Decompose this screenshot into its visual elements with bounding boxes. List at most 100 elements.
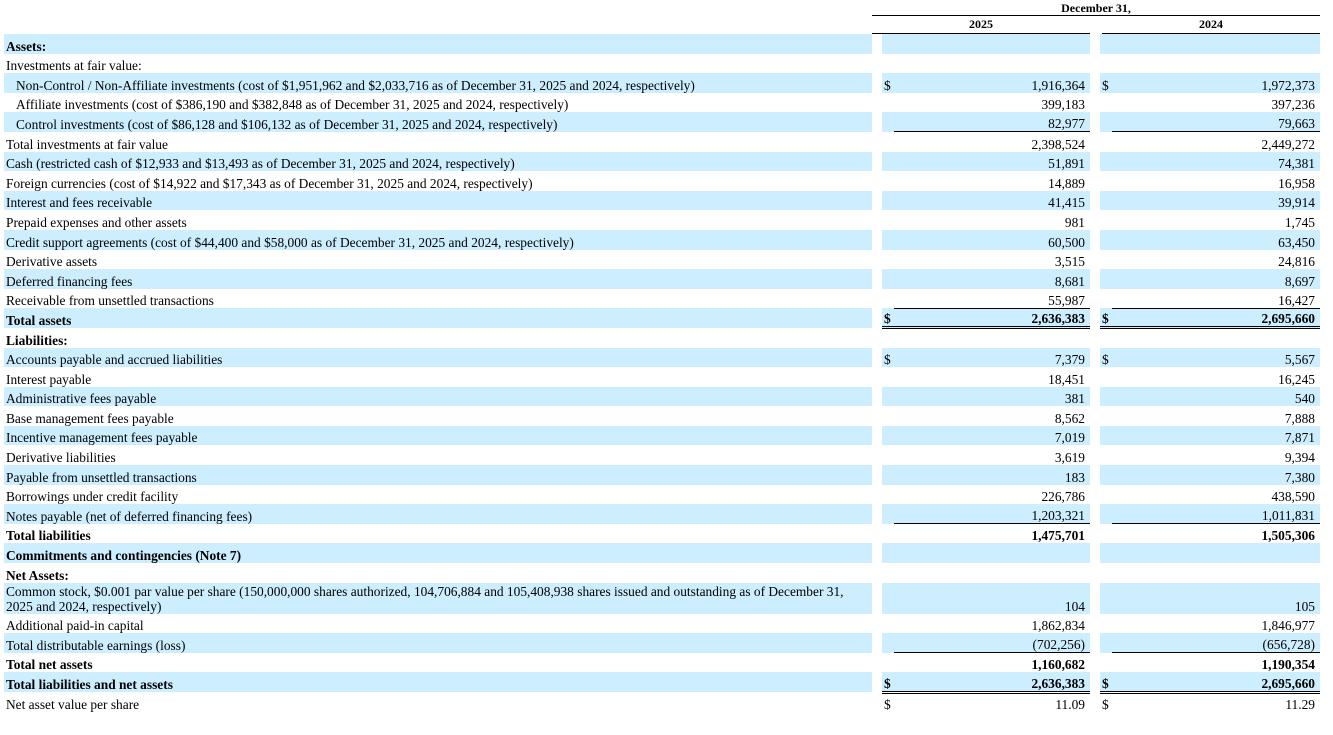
value-2024: 1,505,306 bbox=[1261, 528, 1315, 544]
line-item-label: Deferred financing fees bbox=[4, 269, 872, 289]
value-2024 bbox=[1112, 563, 1320, 583]
column-gap bbox=[1090, 131, 1100, 152]
value-2024: 16,245 bbox=[1278, 371, 1315, 387]
column-gap bbox=[872, 445, 882, 466]
column-gap bbox=[872, 112, 882, 132]
dollar-sign-2024 bbox=[1100, 171, 1112, 191]
column-gap bbox=[872, 190, 882, 211]
dollar-sign-2025: $ bbox=[882, 347, 894, 368]
dollar-sign-2025 bbox=[882, 465, 894, 485]
dollar-sign-2024 bbox=[1100, 633, 1112, 653]
column-gap bbox=[1090, 672, 1100, 692]
dollar-sign-2024 bbox=[1100, 563, 1112, 583]
dollar-sign-2024 bbox=[1100, 93, 1112, 113]
column-gap bbox=[1090, 484, 1100, 505]
column-gap bbox=[872, 288, 882, 309]
line-item-label: Net asset value per share bbox=[6, 696, 140, 712]
line-item-label: Total net assets bbox=[6, 657, 93, 673]
column-gap bbox=[1090, 308, 1100, 328]
row-administrative-fees-payable: Administrative fees payable 381 540 bbox=[4, 386, 1320, 407]
value-2024: 1,972,373 bbox=[1112, 73, 1320, 93]
column-gap bbox=[872, 92, 882, 113]
dollar-sign-2025 bbox=[882, 151, 894, 172]
dollar-sign-2025 bbox=[882, 250, 894, 270]
value-2024: 24,816 bbox=[1278, 254, 1315, 270]
column-gap bbox=[1090, 92, 1100, 113]
column-gap bbox=[872, 53, 882, 74]
line-item-label: Administrative fees payable bbox=[4, 386, 872, 407]
column-gap bbox=[1090, 229, 1100, 250]
value-2024: 16,958 bbox=[1278, 175, 1315, 191]
dollar-sign-2024 bbox=[1100, 328, 1112, 348]
dollar-sign-2024 bbox=[1100, 485, 1112, 505]
column-gap bbox=[1090, 190, 1100, 211]
dollar-sign-2025 bbox=[882, 386, 894, 407]
balance-sheet-table: Assets: Investments at fair value: Non-Con… bbox=[4, 34, 1320, 712]
dollar-sign-2025 bbox=[882, 289, 894, 309]
value-2025: 51,891 bbox=[894, 151, 1090, 172]
line-item-label: Incentive management fees payable bbox=[4, 425, 872, 446]
value-2024: 1,846,977 bbox=[1261, 618, 1315, 634]
value-2024 bbox=[1112, 543, 1320, 564]
dollar-sign-2024 bbox=[1100, 406, 1112, 426]
column-gap bbox=[1090, 288, 1100, 309]
value-2025: 381 bbox=[894, 386, 1090, 407]
row-deferred-financing-fees: Deferred financing fees 8,681 8,697 bbox=[4, 269, 1320, 289]
column-header-2025: 2025 bbox=[969, 17, 993, 31]
dollar-sign-2024 bbox=[1100, 210, 1112, 230]
value-2025: 3,619 bbox=[1054, 450, 1085, 466]
value-2025: 399,183 bbox=[1041, 97, 1085, 113]
line-item-label: Receivable from unsettled transactions bbox=[6, 293, 214, 309]
dollar-sign-2025 bbox=[882, 34, 894, 54]
line-item-label: Net Assets: bbox=[6, 567, 69, 583]
dollar-sign-2024 bbox=[1100, 151, 1112, 172]
column-gap bbox=[872, 523, 882, 544]
dollar-sign-2025 bbox=[882, 504, 894, 524]
value-2025 bbox=[894, 54, 1090, 74]
row-affiliate-investments-cost-of-386-190-and-382-84: Affiliate investments (cost of $386,190 … bbox=[4, 92, 1320, 113]
dollar-sign-2024: $ bbox=[1102, 696, 1109, 712]
column-gap bbox=[1090, 543, 1100, 564]
value-2025: 41,415 bbox=[894, 190, 1090, 211]
dollar-sign-2025 bbox=[882, 445, 894, 465]
column-gap bbox=[1090, 523, 1100, 544]
column-gap bbox=[872, 425, 882, 446]
period-header: December 31, bbox=[1061, 1, 1131, 15]
dollar-sign-2024: $ bbox=[1100, 672, 1112, 694]
dollar-sign-2024: $ bbox=[1100, 308, 1112, 330]
value-2025: 18,451 bbox=[1048, 371, 1085, 387]
line-item-label: Derivative liabilities bbox=[6, 450, 116, 466]
row-assets: Assets: bbox=[4, 34, 1320, 54]
dollar-sign-2024 bbox=[1100, 112, 1112, 132]
value-2025: 60,500 bbox=[894, 229, 1090, 250]
value-2025: 2,636,383 bbox=[894, 672, 1090, 694]
line-item-label: Foreign currencies (cost of $14,922 and … bbox=[6, 175, 533, 191]
dollar-sign-2025 bbox=[882, 210, 894, 230]
line-item-label: Liabilities: bbox=[6, 332, 68, 348]
dollar-sign-2025 bbox=[882, 485, 894, 505]
dollar-sign-2025 bbox=[882, 367, 894, 387]
value-2025: 183 bbox=[894, 465, 1090, 485]
dollar-sign-2025: $ bbox=[882, 73, 894, 93]
column-gap bbox=[872, 582, 882, 614]
value-2024: 7,380 bbox=[1112, 465, 1320, 485]
column-gap bbox=[1090, 465, 1100, 485]
column-gap bbox=[1090, 112, 1100, 132]
line-item-label: Total liabilities bbox=[6, 528, 91, 544]
dollar-sign-2024 bbox=[1100, 524, 1112, 544]
value-2025: 1,475,701 bbox=[1031, 528, 1085, 544]
column-gap bbox=[872, 465, 882, 485]
column-gap bbox=[1090, 633, 1100, 653]
value-2024: 105 bbox=[1112, 582, 1320, 614]
dollar-sign-2025 bbox=[882, 614, 894, 634]
column-gap bbox=[1090, 210, 1100, 230]
value-2024: 8,697 bbox=[1112, 269, 1320, 289]
line-item-label: Total distributable earnings (loss) bbox=[4, 633, 872, 653]
dollar-sign-2024 bbox=[1100, 190, 1112, 211]
row-cash-restricted-cash-of-12-933-and-13-493-as-of-: Cash (restricted cash of $12,933 and $13… bbox=[4, 151, 1320, 172]
column-gap bbox=[1090, 327, 1100, 348]
column-gap bbox=[872, 73, 882, 93]
column-gap bbox=[872, 131, 882, 152]
column-gap bbox=[1090, 504, 1100, 524]
line-item-label: Borrowings under credit facility bbox=[6, 489, 179, 505]
